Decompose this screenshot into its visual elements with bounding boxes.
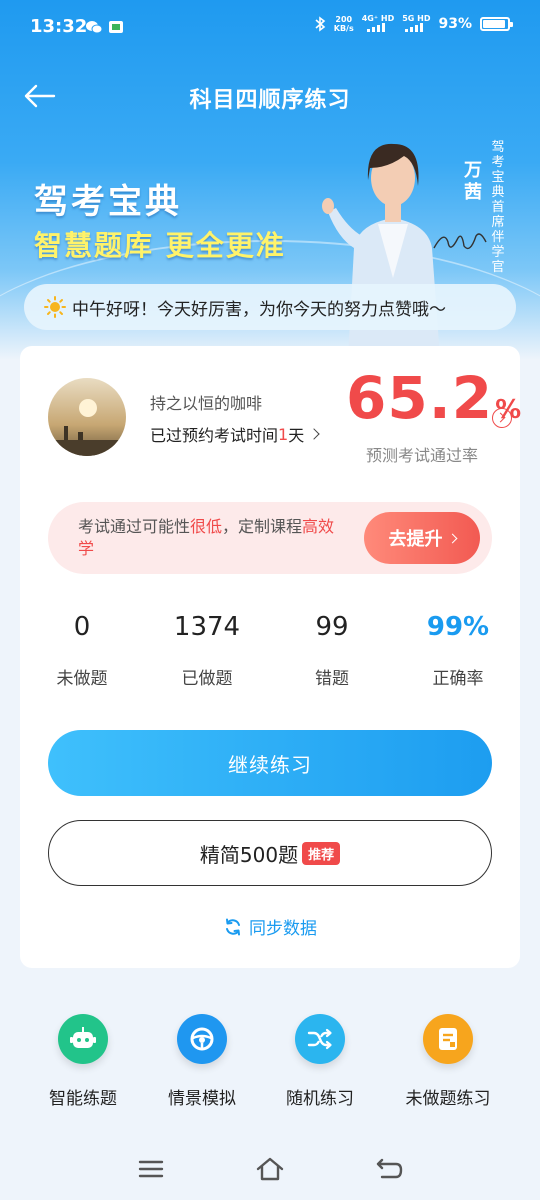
back-icon[interactable] (374, 1156, 404, 1182)
stat-wrong[interactable]: 99 错题 (272, 612, 392, 689)
greeting-text: 中午好呀！今天好厉害，为你今天的努力点赞哦～ (72, 299, 446, 320)
banner-title: 驾考宝典 (34, 182, 182, 222)
progress-card: 持之以恒的咖啡 已过预约考试时间 1 天 65.2 % 预测考试通过率 考试通过… (20, 346, 521, 968)
sun-icon (44, 296, 66, 318)
greeting-bar: 中午好呀！今天好厉害，为你今天的努力点赞哦～ (24, 284, 516, 330)
chevron-right-icon (308, 428, 320, 440)
menu-icon[interactable] (136, 1156, 166, 1182)
feature-shortcuts: 智能练题 情景模拟 随机练习 未做题练习 (0, 1014, 540, 1114)
coach-name: 万茜 (464, 160, 482, 203)
sync-icon (226, 918, 240, 935)
improve-button-label: 去提升 (388, 529, 443, 550)
sync-label: 同步数据 (249, 919, 317, 939)
stat-label: 正确率 (432, 669, 484, 689)
stat-value: 99 (315, 612, 349, 642)
sim1-label: 4G⁺ HD (361, 14, 395, 23)
chevron-right-icon (447, 533, 457, 543)
stat-done[interactable]: 1374 已做题 (147, 612, 267, 689)
feature-label: 随机练习 (286, 1089, 354, 1109)
recommend-badge: 推荐 (302, 841, 341, 865)
exam-days: 1 (278, 424, 289, 444)
signal-sim2: 5G HD (402, 14, 430, 34)
sync-data-button[interactable]: 同步数据 (20, 914, 520, 939)
pass-rate-value: 65.2 (346, 364, 494, 432)
net-speed-unit: KB/s (333, 24, 354, 33)
page-title: 科目四顺序练习 (189, 88, 351, 113)
signature-image (433, 233, 487, 250)
alert-text: 考试通过可能性很低，定制课程高效学 (78, 516, 348, 560)
document-icon (423, 1014, 473, 1064)
exam-time-suffix: 天 (288, 426, 305, 445)
signal-bars-icon (405, 23, 424, 32)
alert-text-part: 考试通过可能性 (78, 517, 191, 536)
improve-button[interactable]: 去提升 (364, 512, 480, 564)
stat-undone[interactable]: 0 未做题 (22, 612, 142, 689)
feature-smart-practice[interactable]: 智能练题 (18, 1014, 148, 1109)
username: 持之以恒的咖啡 (150, 394, 263, 413)
avatar[interactable] (48, 378, 126, 456)
status-bar: 13:32 200 KB/s 4G⁺ HD 5G HD 93% (0, 0, 540, 58)
status-time: 13:32 (30, 16, 88, 37)
stat-value: 1374 (173, 612, 241, 642)
stat-label: 错题 (315, 669, 349, 689)
feature-label: 未做题练习 (405, 1089, 491, 1109)
banner-subtitle: 智慧题库 更全更准 (34, 229, 286, 262)
stat-value: 0 (73, 612, 91, 642)
signal-sim1: 4G⁺ HD (362, 14, 394, 34)
pass-rate-label: 预测考试通过率 (366, 446, 479, 465)
app-notification-icon (109, 21, 123, 33)
net-speed-value: 200 (335, 15, 353, 24)
simplified-500-button[interactable]: 精简500题 推荐 (48, 820, 492, 886)
robot-icon (58, 1014, 108, 1064)
signal-bars-icon (366, 23, 385, 32)
alert-text-highlight: 很低 (190, 517, 223, 536)
feature-label: 情景模拟 (168, 1089, 236, 1109)
improvement-alert: 考试通过可能性很低，定制课程高效学 去提升 (48, 502, 492, 574)
steering-wheel-icon (177, 1014, 227, 1064)
stat-label: 未做题 (56, 669, 108, 689)
alert-text-part: ，定制课程 (222, 517, 303, 536)
wechat-icon (86, 21, 102, 34)
continue-practice-button[interactable]: 继续练习 (48, 730, 492, 796)
feature-label: 智能练题 (49, 1089, 117, 1109)
battery-percent: 93% (438, 16, 472, 32)
system-nav-bar (0, 1140, 540, 1200)
chevron-circle-right-icon[interactable] (492, 408, 512, 428)
bluetooth-icon (315, 16, 326, 32)
coach-title: 驾考宝典首席伴学官 (491, 140, 505, 275)
status-indicators: 200 KB/s 4G⁺ HD 5G HD 93% (314, 14, 513, 34)
exam-time-prefix: 已过预约考试时间 (150, 426, 279, 445)
title-bar: 科目四顺序练习 (0, 70, 540, 122)
stat-value: 99% (426, 612, 490, 642)
feature-undone-practice[interactable]: 未做题练习 (383, 1014, 513, 1109)
home-icon[interactable] (255, 1156, 285, 1182)
stat-label: 已做题 (181, 669, 233, 689)
feature-scenario-sim[interactable]: 情景模拟 (137, 1014, 267, 1109)
exam-time-link[interactable]: 已过预约考试时间 1 天 (150, 422, 320, 446)
sim2-label: 5G HD (402, 14, 431, 23)
simplified-button-label: 精简500题 (199, 842, 299, 867)
stat-accuracy[interactable]: 99% 正确率 (398, 612, 518, 689)
net-speed: 200 KB/s (334, 15, 354, 33)
feature-random-practice[interactable]: 随机练习 (255, 1014, 385, 1109)
stats-row: 0 未做题 1374 已做题 99 错题 99% 正确率 (20, 612, 520, 702)
shuffle-icon (295, 1014, 345, 1064)
battery-icon (480, 17, 513, 31)
